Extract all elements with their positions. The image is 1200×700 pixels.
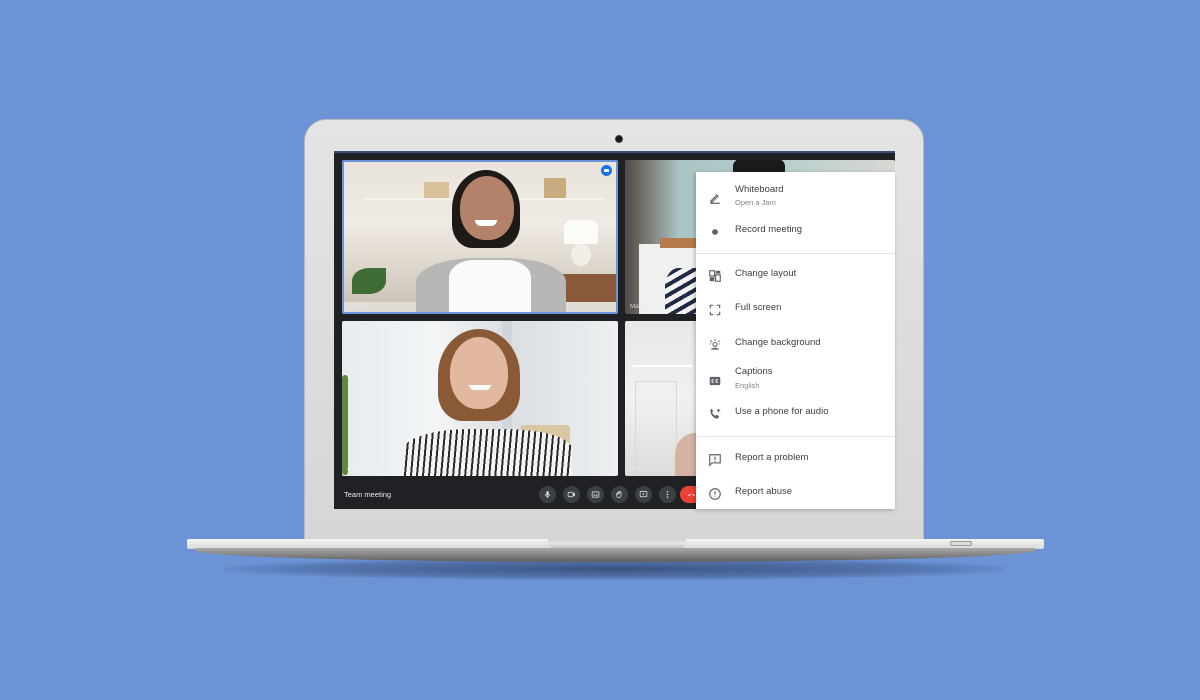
menu-item-label: Use a phone for audio <box>735 406 829 417</box>
menu-item-change-background[interactable]: Change background <box>696 330 895 360</box>
meeting-title: Team meeting <box>344 490 392 499</box>
tshirt <box>449 260 531 312</box>
menu-item-label: Change layout <box>735 268 797 279</box>
screen-edge <box>334 151 895 153</box>
face <box>460 176 514 240</box>
menu-divider <box>696 436 895 437</box>
participant-name: You <box>630 466 641 472</box>
lamp-base <box>571 244 591 266</box>
menu-item-label: Captions <box>735 366 773 377</box>
mic-button[interactable] <box>539 486 556 503</box>
camera-button[interactable] <box>563 486 580 503</box>
striped-shirt <box>665 268 699 314</box>
menu-item-sublabel: Open a Jam <box>735 198 776 207</box>
menu-divider <box>696 253 895 254</box>
cc-icon <box>707 373 723 389</box>
menu-item-full-screen[interactable]: Full screen <box>696 295 895 325</box>
plant <box>342 375 348 475</box>
captions-icon <box>591 491 600 498</box>
layout-icon <box>707 268 723 284</box>
smile <box>475 220 497 226</box>
menu-item-report-abuse[interactable]: Report abuse <box>696 479 895 509</box>
hangup-icon <box>687 493 695 496</box>
jars <box>660 238 698 248</box>
raise-hand-button[interactable] <box>611 486 628 503</box>
menu-item-label: Full screen <box>735 302 782 313</box>
participant-name: Alana Peterson <box>347 466 389 472</box>
plant <box>352 268 386 294</box>
alert-icon <box>707 486 723 502</box>
fullscreen-icon <box>707 302 723 318</box>
more-options-menu: Whiteboard Open a Jam Record meeting Cha… <box>696 172 895 509</box>
feedback-icon <box>707 452 723 468</box>
participant-name: Shriya <box>349 302 367 308</box>
background-icon <box>707 337 723 353</box>
lamp <box>564 220 598 244</box>
face <box>450 337 508 409</box>
books <box>424 182 449 198</box>
menu-item-label: Report a problem <box>735 452 809 463</box>
more-vert-icon <box>666 491 669 498</box>
menu-item-change-layout[interactable]: Change layout <box>696 261 895 291</box>
shelf <box>633 365 693 367</box>
mic-icon <box>544 491 551 498</box>
participant-name: Marcus <box>630 304 650 310</box>
menu-item-label: Whiteboard <box>735 184 784 195</box>
menu-item-label: Change background <box>735 337 821 348</box>
menu-item-label: Report abuse <box>735 486 793 497</box>
books <box>544 178 566 198</box>
laptop-port <box>950 541 972 546</box>
participant-tile-3[interactable]: Alana Peterson <box>342 321 618 476</box>
more-options-button[interactable] <box>659 486 676 503</box>
speaking-indicator-icon <box>601 165 612 176</box>
menu-item-phone-audio[interactable]: Use a phone for audio <box>696 399 895 429</box>
phone-icon <box>707 406 723 422</box>
door-panel <box>635 381 677 473</box>
menu-item-captions[interactable]: Captions English <box>696 363 895 399</box>
menu-item-sublabel: English <box>735 381 760 390</box>
menu-item-report-problem[interactable]: Report a problem <box>696 445 895 475</box>
present-icon <box>639 491 648 498</box>
participant-tile-1[interactable]: Shriya <box>342 160 618 314</box>
webcam <box>615 135 623 143</box>
record-icon <box>707 224 723 240</box>
present-button[interactable] <box>635 486 652 503</box>
striped-blouse <box>404 429 572 476</box>
smile <box>469 385 491 390</box>
menu-item-record-meeting[interactable]: Record meeting <box>696 217 895 247</box>
camera-icon <box>567 491 575 498</box>
captions-button[interactable] <box>587 486 604 503</box>
pen-icon <box>707 190 723 206</box>
hand-icon <box>616 490 622 498</box>
laptop-hinge <box>548 539 686 548</box>
menu-item-whiteboard[interactable]: Whiteboard Open a Jam <box>696 180 895 218</box>
menu-item-label: Record meeting <box>735 224 803 235</box>
